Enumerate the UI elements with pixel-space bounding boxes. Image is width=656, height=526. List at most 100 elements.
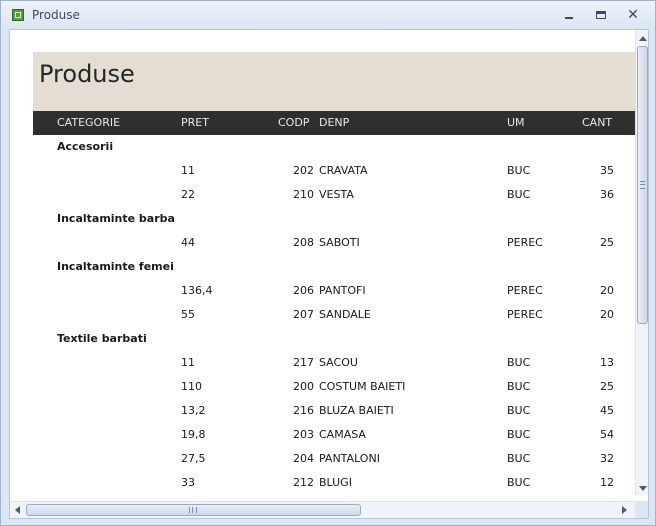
cell-cant: 45 (600, 404, 614, 417)
cell-cant: 54 (600, 428, 614, 441)
cell-codp: 207 (293, 308, 314, 321)
horizontal-scrollbar[interactable] (10, 501, 635, 518)
window-title: Produse (32, 8, 80, 22)
category-group-header: Incaltaminte femei (33, 255, 635, 279)
vertical-scroll-thumb[interactable] (637, 46, 648, 324)
report-header: Produse (33, 52, 635, 111)
cell-um: BUC (507, 164, 531, 177)
cell-pret: 136,4 (181, 284, 213, 297)
table-row: 13,2 216 BLUZA BAIETI BUC 45 (33, 399, 635, 423)
cell-codp: 208 (293, 236, 314, 249)
cell-pret: 44 (181, 236, 195, 249)
cell-codp: 200 (293, 380, 314, 393)
title-bar[interactable]: Produse ✕ (1, 1, 655, 29)
table-row: 33 212 BLUGI BUC 12 (33, 471, 635, 495)
cell-cant: 35 (600, 164, 614, 177)
scrollbar-corner (635, 501, 648, 518)
cell-pret: 110 (181, 380, 202, 393)
column-header-codp: CODP (278, 116, 310, 129)
cell-cant: 32 (600, 452, 614, 465)
cell-codp: 216 (293, 404, 314, 417)
table-row: 22 210 VESTA BUC 36 (33, 183, 635, 207)
report-view: Produse CATEGORIE PRET CODP DENP UM CANT… (9, 29, 649, 519)
category-label: Incaltaminte femei (57, 260, 174, 273)
horizontal-scroll-thumb[interactable] (26, 504, 361, 516)
column-header-bar: CATEGORIE PRET CODP DENP UM CANT (33, 111, 635, 135)
cell-um: PEREC (507, 284, 543, 297)
scroll-up-arrow-icon[interactable] (639, 36, 647, 41)
scroll-right-arrow-icon[interactable] (622, 506, 627, 514)
cell-um: BUC (507, 356, 531, 369)
cell-denp: PANTOFI (319, 284, 366, 297)
cell-pret: 33 (181, 476, 195, 489)
cell-denp: VESTA (319, 188, 354, 201)
cell-codp: 204 (293, 452, 314, 465)
cell-denp: CAMASA (319, 428, 366, 441)
cell-um: BUC (507, 188, 531, 201)
cell-um: PEREC (507, 236, 543, 249)
cell-pret: 19,8 (181, 428, 206, 441)
table-row: 11 202 CRAVATA BUC 35 (33, 159, 635, 183)
cell-denp: CRAVATA (319, 164, 368, 177)
cell-cant: 13 (600, 356, 614, 369)
grip-icon (189, 507, 197, 513)
scroll-left-arrow-icon[interactable] (15, 506, 20, 514)
cell-um: BUC (507, 452, 531, 465)
table-row: 11 217 SACOU BUC 13 (33, 351, 635, 375)
cell-codp: 212 (293, 476, 314, 489)
cell-cant: 36 (600, 188, 614, 201)
column-header-cant: CANT (582, 116, 613, 129)
cell-denp: SACOU (319, 356, 358, 369)
cell-denp: PANTALONI (319, 452, 380, 465)
cell-denp: COSTUM BAIETI (319, 380, 406, 393)
table-row: 44 208 SABOTI PEREC 25 (33, 231, 635, 255)
cell-um: BUC (507, 428, 531, 441)
cell-pret: 55 (181, 308, 195, 321)
cell-codp: 217 (293, 356, 314, 369)
cell-denp: SANDALE (319, 308, 371, 321)
cell-cant: 20 (600, 308, 614, 321)
report-title: Produse (39, 60, 135, 88)
cell-codp: 203 (293, 428, 314, 441)
category-group-header: Incaltaminte barbati (33, 207, 635, 231)
grip-icon (640, 181, 645, 189)
category-group-header: Accesorii (33, 135, 635, 159)
column-header-categorie: CATEGORIE (57, 116, 121, 129)
cell-pret: 11 (181, 356, 195, 369)
cell-pret: 22 (181, 188, 195, 201)
scroll-down-arrow-icon[interactable] (639, 486, 647, 491)
table-row: 19,8 203 CAMASA BUC 54 (33, 423, 635, 447)
minimize-button[interactable] (558, 6, 580, 24)
column-header-pret: PRET (181, 116, 209, 129)
category-label: Incaltaminte barbati (57, 212, 175, 225)
cell-codp: 202 (293, 164, 314, 177)
cell-denp: BLUGI (319, 476, 352, 489)
cell-pret: 11 (181, 164, 195, 177)
cell-denp: SABOTI (319, 236, 360, 249)
access-report-icon (12, 9, 24, 21)
maximize-button[interactable] (590, 6, 612, 24)
vertical-scrollbar[interactable] (635, 30, 648, 495)
cell-pret: 27,5 (181, 452, 206, 465)
cell-um: PEREC (507, 308, 543, 321)
category-group-header: Textile barbati (33, 327, 635, 351)
cell-denp: BLUZA BAIETI (319, 404, 394, 417)
report-window: Produse ✕ Produse CATEGORIE PRET CODP DE… (0, 0, 656, 526)
table-row: 27,5 204 PANTALONI BUC 32 (33, 447, 635, 471)
column-header-denp: DENP (319, 116, 350, 129)
category-label: Accesorii (57, 140, 114, 153)
cell-cant: 20 (600, 284, 614, 297)
cell-um: BUC (507, 404, 531, 417)
close-button[interactable]: ✕ (622, 6, 644, 24)
cell-cant: 25 (600, 380, 614, 393)
cell-cant: 25 (600, 236, 614, 249)
category-label: Textile barbati (57, 332, 147, 345)
table-row: 55 207 SANDALE PEREC 20 (33, 303, 635, 327)
close-icon: ✕ (627, 7, 639, 23)
cell-um: BUC (507, 380, 531, 393)
cell-codp: 206 (293, 284, 314, 297)
minimize-icon (565, 17, 573, 19)
column-header-um: UM (507, 116, 525, 129)
table-row: 110 200 COSTUM BAIETI BUC 25 (33, 375, 635, 399)
cell-cant: 12 (600, 476, 614, 489)
